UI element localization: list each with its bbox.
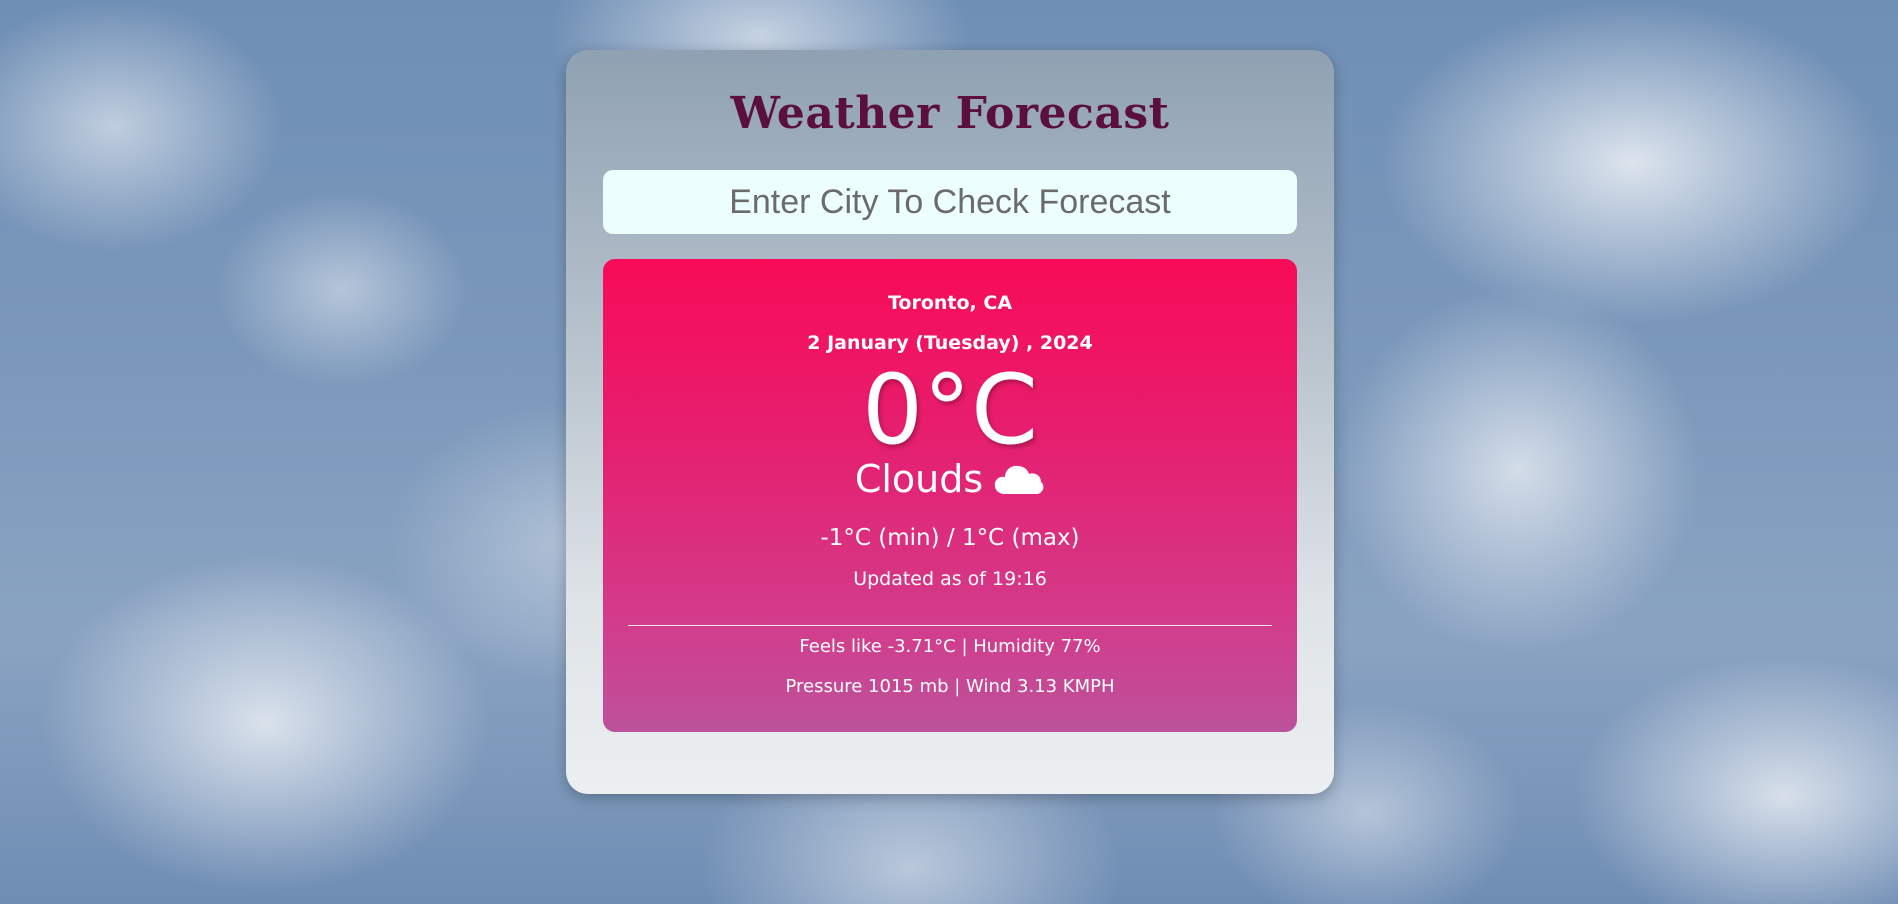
weather-panel: Toronto, CA 2 January (Tuesday) , 2024 0… bbox=[603, 259, 1297, 732]
min-max-temperature: -1°C (min) / 1°C (max) bbox=[820, 525, 1080, 551]
city-search-input[interactable] bbox=[603, 170, 1297, 234]
condition-label: Clouds bbox=[854, 457, 984, 501]
updated-time: Updated as of 19:16 bbox=[853, 568, 1047, 590]
condition-row: Clouds bbox=[603, 456, 1297, 502]
app-title: Weather Forecast bbox=[730, 88, 1170, 139]
divider bbox=[628, 625, 1272, 626]
pressure-wind: Pressure 1015 mb | Wind 3.13 KMPH bbox=[785, 676, 1115, 697]
temperature-value: 0°C bbox=[861, 354, 1039, 466]
date-label: 2 January (Tuesday) , 2024 bbox=[807, 332, 1093, 354]
cloud-icon bbox=[993, 460, 1045, 498]
feels-like-humidity: Feels like -3.71°C | Humidity 77% bbox=[799, 636, 1101, 657]
weather-app-card: Weather Forecast Toronto, CA 2 January (… bbox=[566, 50, 1334, 794]
location-label: Toronto, CA bbox=[887, 292, 1013, 314]
